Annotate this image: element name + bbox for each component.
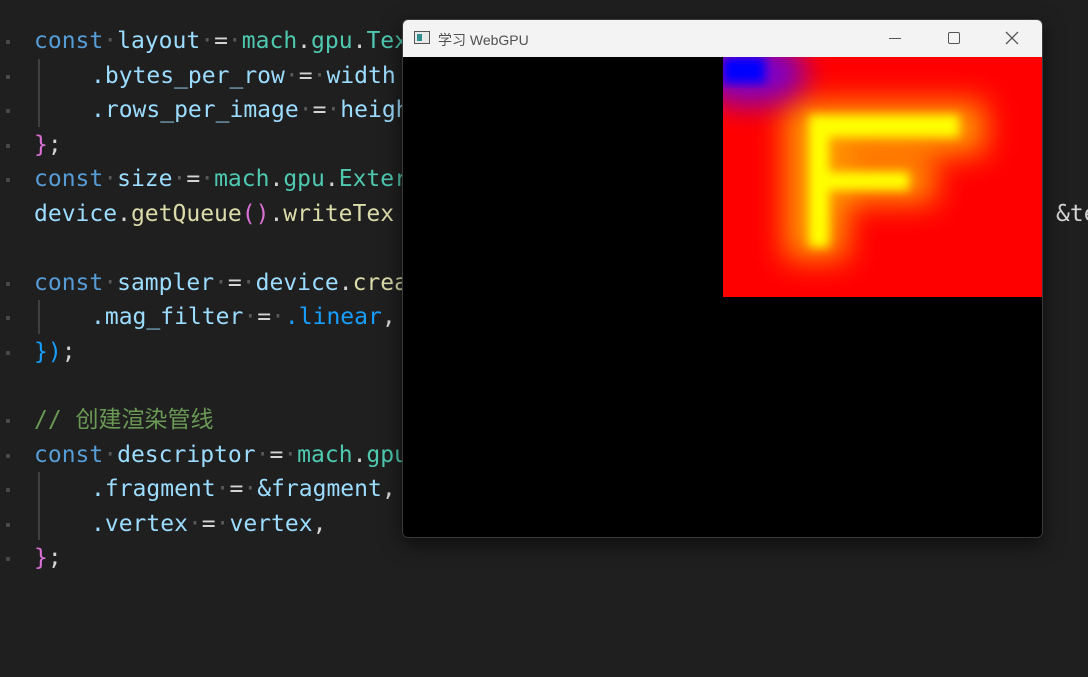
field-name: .fragment [91, 476, 216, 502]
code-line: device.getQueue().writeTex &te [0, 197, 1088, 231]
semicolon: ; [61, 339, 76, 365]
field-name: .rows_per_image [91, 97, 299, 123]
operator: = [227, 270, 242, 296]
brace: }) [34, 339, 62, 365]
comma: , [381, 304, 396, 330]
whitespace-dot [6, 454, 10, 458]
operator: = [312, 97, 327, 123]
namespace: mach [297, 442, 353, 468]
operator: = [201, 511, 216, 537]
identifier: sampler [117, 270, 215, 296]
semicolon: ; [47, 545, 62, 571]
code-line: }; [0, 128, 62, 162]
comment: // 创建渲染管线 [34, 407, 214, 433]
code-line: }; [0, 541, 62, 575]
whitespace-dot [6, 488, 10, 492]
whitespace-dot [6, 523, 10, 527]
code-line: .bytes_per_row·=·width [0, 59, 396, 93]
webgpu-window[interactable]: 学习 WebGPU [402, 19, 1043, 538]
indent-guide [38, 300, 40, 334]
texture-image [723, 57, 1042, 297]
identifier: size [117, 166, 173, 192]
whitespace-dot [6, 144, 10, 148]
code-line: }); [0, 335, 76, 369]
identifier: &fragment [257, 476, 382, 502]
keyword: const [34, 166, 104, 192]
namespace: gpu [283, 166, 325, 192]
maximize-icon [948, 32, 960, 44]
comma: , [312, 511, 327, 537]
whitespace-dot [6, 178, 10, 182]
keyword: const [34, 270, 104, 296]
identifier: device [255, 270, 339, 296]
whitespace-dot [6, 40, 10, 44]
operator: = [257, 304, 272, 330]
whitespace-dot [6, 557, 10, 561]
code-line: .fragment·=·&fragment, [0, 472, 396, 506]
window-title: 学习 WebGPU [438, 32, 529, 48]
operator: = [186, 166, 201, 192]
field-name: .vertex [91, 511, 188, 537]
close-button[interactable] [983, 20, 1041, 57]
whitespace-dot [6, 316, 10, 320]
namespace: mach [214, 166, 270, 192]
semicolon: ; [47, 132, 62, 158]
identifier: &te [1056, 201, 1088, 227]
code-line: const·sampler·=·device.crea [0, 266, 408, 300]
function-name: getQueue [130, 201, 242, 227]
field-name: .bytes_per_row [91, 63, 285, 89]
brace: } [34, 132, 48, 158]
whitespace-dot [6, 282, 10, 286]
keyword: const [34, 28, 104, 54]
whitespace-dot [6, 75, 10, 79]
code-line: .rows_per_image·=·heigh [0, 93, 410, 127]
identifier: device [34, 201, 118, 227]
field-name: .mag_filter [91, 304, 244, 330]
code-line: const·descriptor·=·mach.gpu [0, 438, 408, 472]
code-line: .mag_filter·=·.linear, [0, 300, 396, 334]
function-name: crea [352, 270, 408, 296]
code-line: const·size·=·mach.gpu.Exter [0, 162, 408, 196]
brace: } [34, 545, 48, 571]
indent-guide [38, 472, 40, 540]
operator: = [229, 476, 244, 502]
identifier: vertex [229, 511, 313, 537]
type-name: Exter [338, 166, 408, 192]
operator: = [298, 63, 313, 89]
function-name: writeTex [283, 201, 395, 227]
identifier: descriptor [117, 442, 256, 468]
minimize-button[interactable] [867, 20, 925, 57]
comma: , [381, 476, 396, 502]
code-line: // 创建渲染管线 [0, 403, 214, 437]
whitespace-dot [6, 109, 10, 113]
identifier: heigh [340, 97, 410, 123]
minimize-icon [889, 38, 901, 39]
identifier: width [326, 63, 396, 89]
maximize-button[interactable] [925, 20, 983, 57]
corner-blue [723, 57, 765, 83]
indent-guide [38, 59, 40, 127]
whitespace-dot [6, 419, 10, 423]
keyword: const [34, 442, 104, 468]
identifier: layout [117, 28, 201, 54]
operator: = [269, 442, 284, 468]
namespace: gpu [311, 28, 353, 54]
whitespace-dot [6, 351, 10, 355]
close-icon [1005, 31, 1019, 45]
window-titlebar[interactable]: 学习 WebGPU [403, 20, 1042, 57]
code-line: const·layout·=·mach.gpu.Tex [0, 24, 408, 58]
code-line: .vertex·=·vertex, [0, 507, 326, 541]
namespace: mach [241, 28, 298, 54]
operator: = [214, 28, 228, 54]
app-icon [414, 31, 430, 44]
textured-quad [723, 57, 1042, 297]
enum-value: .linear [284, 304, 382, 330]
render-canvas[interactable] [403, 57, 1042, 537]
